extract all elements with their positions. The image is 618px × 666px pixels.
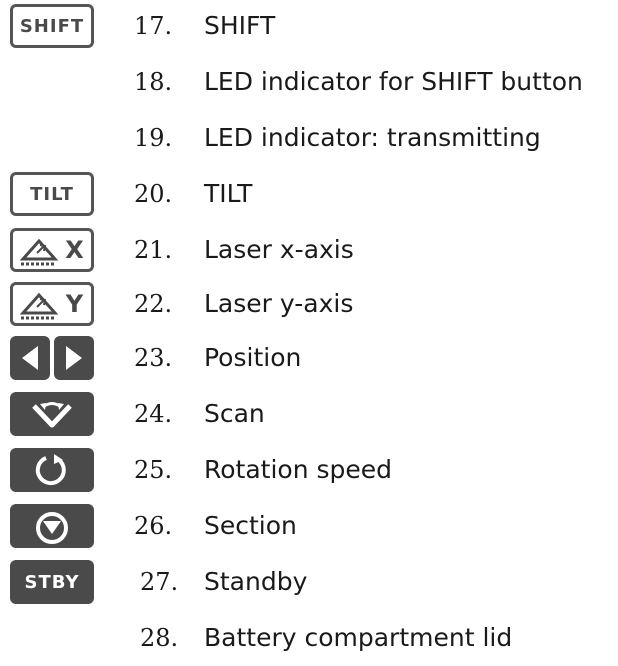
list-item: 19. LED indicator: transmitting	[0, 114, 618, 162]
scan-key-icon	[10, 392, 94, 436]
tilt-key-icon-text: TILT	[30, 183, 74, 205]
item-number: 22.	[134, 290, 173, 318]
list-item: STBY 27. Standby	[0, 558, 618, 606]
item-label: Section	[204, 511, 297, 540]
list-item: 28. Battery compartment lid	[0, 614, 618, 662]
section-symbol-icon	[36, 512, 68, 544]
item-label: Rotation speed	[204, 455, 393, 484]
position-arrows-key-icon	[10, 336, 94, 380]
item-number: 19.	[134, 124, 173, 152]
list-item: 18. LED indicator for SHIFT button	[0, 58, 618, 106]
standby-key-icon: STBY	[10, 560, 94, 604]
list-item: 26. Section	[0, 502, 618, 550]
tilt-key-icon: TILT	[10, 172, 94, 216]
item-number: 17.	[134, 12, 173, 40]
list-item: 24. Scan	[0, 390, 618, 438]
item-number: 24.	[134, 400, 173, 428]
item-number: 26.	[134, 512, 173, 540]
item-number: 18.	[134, 68, 173, 96]
item-label: Standby	[204, 567, 308, 596]
item-label: Laser y-axis	[204, 289, 354, 318]
rotation-icon	[35, 454, 66, 486]
item-number: 20.	[134, 180, 173, 208]
list-item: SHIFT 17. SHIFT	[0, 2, 618, 50]
item-label: Scan	[204, 399, 265, 428]
section-key-icon	[10, 504, 94, 548]
item-label: Battery compartment lid	[204, 623, 513, 652]
item-label: LED indicator: transmitting	[204, 123, 541, 152]
list-item: TILT 20. TILT	[0, 170, 618, 218]
list-item: 25. Rotation speed	[0, 446, 618, 494]
position-arrows-icon	[10, 336, 94, 380]
item-number: 27.	[140, 568, 179, 596]
rotation-speed-key-icon	[10, 448, 94, 492]
list-item: X 21. Laser x-axis	[0, 226, 618, 274]
item-label: Laser x-axis	[204, 235, 354, 264]
item-label: SHIFT	[204, 11, 276, 40]
item-number: 28.	[140, 624, 179, 652]
item-number: 25.	[134, 456, 173, 484]
list-item: 23. Position	[0, 334, 618, 382]
shift-key-icon: SHIFT	[10, 4, 94, 48]
list-item: Y 22. Laser y-axis	[0, 280, 618, 328]
item-number: 23.	[134, 344, 173, 372]
axis-letter: Y	[65, 290, 85, 318]
item-label: Position	[204, 343, 302, 372]
scan-symbol-icon	[32, 402, 72, 428]
shift-key-icon-text: SHIFT	[19, 15, 85, 37]
axis-letter: X	[65, 236, 85, 264]
item-number: 21.	[134, 236, 173, 264]
laser-y-axis-key-icon: Y	[10, 282, 94, 326]
standby-key-icon-text: STBY	[24, 571, 80, 593]
laser-x-axis-key-icon: X	[10, 228, 94, 272]
item-label: TILT	[204, 179, 253, 208]
item-label: LED indicator for SHIFT button	[204, 67, 583, 96]
